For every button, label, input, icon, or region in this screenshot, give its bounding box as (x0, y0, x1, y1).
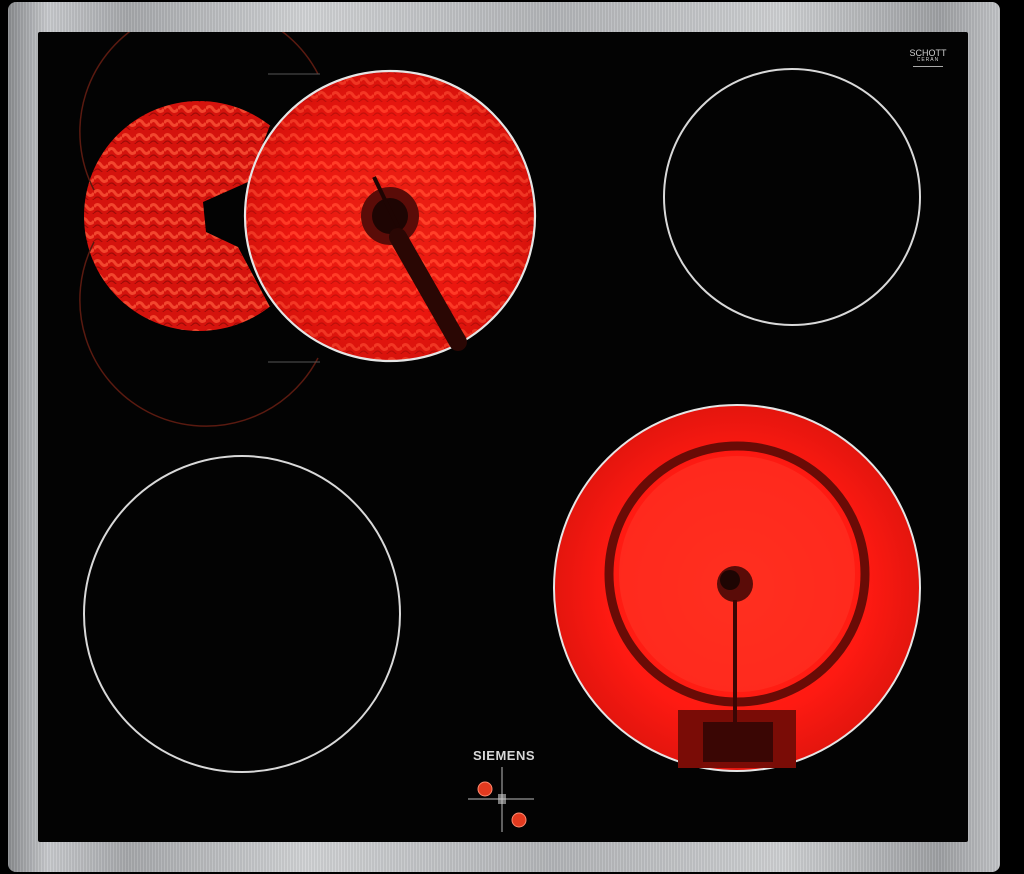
ceramic-glass-hob (38, 32, 968, 842)
schott-ceran-mark: SCHOTT CERAN (905, 49, 951, 67)
back-left-zone (79, 32, 537, 427)
front-right-zone (553, 404, 921, 772)
cert-mark-subtitle: CERAN (916, 57, 940, 63)
front-left-zone (83, 455, 401, 773)
zone-indicator-panel (468, 767, 534, 832)
back-right-zone (663, 68, 921, 326)
brand-logo: SIEMENS (472, 748, 535, 763)
cert-mark-line (913, 66, 943, 67)
